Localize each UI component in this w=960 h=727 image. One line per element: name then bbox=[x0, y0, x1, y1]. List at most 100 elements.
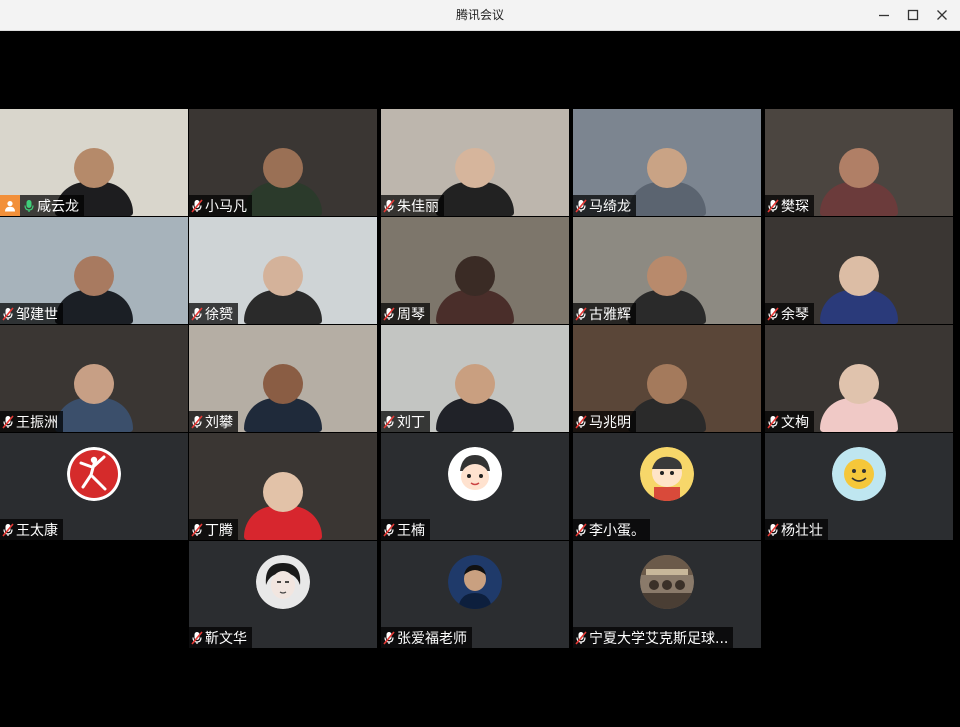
participant-tile[interactable]: 王振洲 bbox=[0, 325, 188, 432]
participant-name: 杨壮壮 bbox=[781, 522, 823, 539]
minimize-button[interactable] bbox=[871, 4, 897, 26]
microphone-muted-icon bbox=[191, 630, 203, 645]
participant-avatar bbox=[448, 447, 502, 501]
maximize-icon bbox=[907, 9, 919, 21]
microphone-muted-icon bbox=[767, 306, 779, 321]
person-head bbox=[455, 364, 495, 404]
minimize-icon bbox=[879, 14, 889, 17]
microphone-muted-icon bbox=[383, 198, 395, 213]
participant-name: 王振洲 bbox=[16, 414, 58, 431]
participant-avatar bbox=[832, 447, 886, 501]
microphone-muted-icon bbox=[2, 306, 14, 321]
participant-tile[interactable]: 余琴 bbox=[765, 217, 953, 324]
participant-tile[interactable]: 周琴 bbox=[381, 217, 569, 324]
participant-nametag: 朱佳丽 bbox=[381, 195, 444, 216]
participant-nametag: 张爱福老师 bbox=[381, 627, 472, 648]
microphone-on-icon bbox=[24, 199, 34, 212]
person-head bbox=[263, 148, 303, 188]
participant-avatar bbox=[448, 555, 502, 609]
microphone-muted-icon bbox=[2, 522, 14, 537]
participant-name: 李小蛋。 bbox=[589, 522, 645, 539]
microphone-muted-icon bbox=[2, 414, 14, 429]
participant-nametag: 杨壮壮 bbox=[765, 519, 828, 540]
participant-tile[interactable]: 杨壮壮 bbox=[765, 433, 953, 540]
participant-tile[interactable]: 宁夏大学艾克斯足球... bbox=[573, 541, 761, 648]
participant-name: 王太康 bbox=[16, 522, 58, 539]
microphone-muted-icon bbox=[383, 630, 395, 645]
participant-nametag: 周琴 bbox=[381, 303, 430, 324]
microphone-muted-icon bbox=[767, 414, 779, 429]
participant-nametag: 小马凡 bbox=[189, 195, 252, 216]
participant-nametag: 刘丁 bbox=[381, 411, 430, 432]
participant-nametag: 文栒 bbox=[765, 411, 814, 432]
participant-tile[interactable]: 王太康 bbox=[0, 433, 188, 540]
participant-tile[interactable]: 刘丁 bbox=[381, 325, 569, 432]
participant-nametag: 王楠 bbox=[381, 519, 430, 540]
title-bar: 腾讯会议 bbox=[0, 0, 960, 31]
participant-tile[interactable]: 丁腾 bbox=[189, 433, 377, 540]
microphone-muted-icon bbox=[767, 522, 779, 537]
participant-name: 马兆明 bbox=[589, 414, 631, 431]
participant-tile[interactable]: 李小蛋。 bbox=[573, 433, 761, 540]
person-head bbox=[74, 364, 114, 404]
participant-tile[interactable]: 古雅辉 bbox=[573, 217, 761, 324]
participant-tile[interactable]: 朱佳丽 bbox=[381, 109, 569, 216]
person-head bbox=[263, 472, 303, 512]
participant-name: 小马凡 bbox=[205, 198, 247, 215]
close-button[interactable] bbox=[929, 4, 955, 26]
host-icon bbox=[0, 195, 20, 216]
participant-name: 樊琛 bbox=[781, 198, 809, 215]
participant-nametag: 马绮龙 bbox=[573, 195, 636, 216]
microphone-muted-icon bbox=[191, 522, 203, 537]
participant-name: 宁夏大学艾克斯足球... bbox=[589, 630, 729, 647]
microphone-muted-icon bbox=[383, 414, 395, 429]
participant-tile[interactable]: 马兆明 bbox=[573, 325, 761, 432]
participant-avatar bbox=[640, 555, 694, 609]
participant-name: 靳文华 bbox=[205, 630, 247, 647]
participant-name: 周琴 bbox=[397, 306, 425, 323]
participant-tile[interactable]: 马绮龙 bbox=[573, 109, 761, 216]
participant-name: 刘攀 bbox=[205, 414, 233, 431]
participant-tile[interactable]: 刘攀 bbox=[189, 325, 377, 432]
participant-name: 文栒 bbox=[781, 414, 809, 431]
participant-avatar bbox=[256, 555, 310, 609]
microphone-muted-icon bbox=[383, 522, 395, 537]
participant-nametag: 王太康 bbox=[0, 519, 63, 540]
participant-nametag: 李小蛋。 bbox=[573, 519, 650, 540]
participant-nametag: 邹建世 bbox=[0, 303, 63, 324]
person-head bbox=[263, 364, 303, 404]
person-head bbox=[74, 256, 114, 296]
participant-name: 咸云龙 bbox=[37, 198, 79, 215]
microphone-muted-icon bbox=[383, 306, 395, 321]
participant-tile[interactable]: 徐赟 bbox=[189, 217, 377, 324]
participant-tile[interactable]: 邹建世 bbox=[0, 217, 188, 324]
microphone-muted-icon bbox=[191, 306, 203, 321]
participant-tile[interactable]: 王楠 bbox=[381, 433, 569, 540]
participant-avatar bbox=[640, 447, 694, 501]
participant-tile[interactable]: 小马凡 bbox=[189, 109, 377, 216]
participant-nametag: 余琴 bbox=[765, 303, 814, 324]
participant-name: 朱佳丽 bbox=[397, 198, 439, 215]
participant-tile[interactable]: 靳文华 bbox=[189, 541, 377, 648]
participant-nametag: 宁夏大学艾克斯足球... bbox=[573, 627, 734, 648]
participant-name: 余琴 bbox=[781, 306, 809, 323]
person-head bbox=[839, 364, 879, 404]
participant-nametag: 王振洲 bbox=[0, 411, 63, 432]
participant-tile[interactable]: 咸云龙 bbox=[0, 109, 188, 216]
participant-tile[interactable]: 张爱福老师 bbox=[381, 541, 569, 648]
participant-name: 丁腾 bbox=[205, 522, 233, 539]
participant-avatar bbox=[67, 447, 121, 501]
participant-name: 马绮龙 bbox=[589, 198, 631, 215]
participant-tile[interactable]: 樊琛 bbox=[765, 109, 953, 216]
person-head bbox=[839, 256, 879, 296]
maximize-button[interactable] bbox=[900, 4, 926, 26]
participant-name: 邹建世 bbox=[16, 306, 58, 323]
participant-name: 刘丁 bbox=[397, 414, 425, 431]
participant-name: 王楠 bbox=[397, 522, 425, 539]
person-head bbox=[74, 148, 114, 188]
participant-nametag: 靳文华 bbox=[189, 627, 252, 648]
participant-nametag: 马兆明 bbox=[573, 411, 636, 432]
participant-nametag: 古雅辉 bbox=[573, 303, 636, 324]
participant-name: 古雅辉 bbox=[589, 306, 631, 323]
participant-tile[interactable]: 文栒 bbox=[765, 325, 953, 432]
